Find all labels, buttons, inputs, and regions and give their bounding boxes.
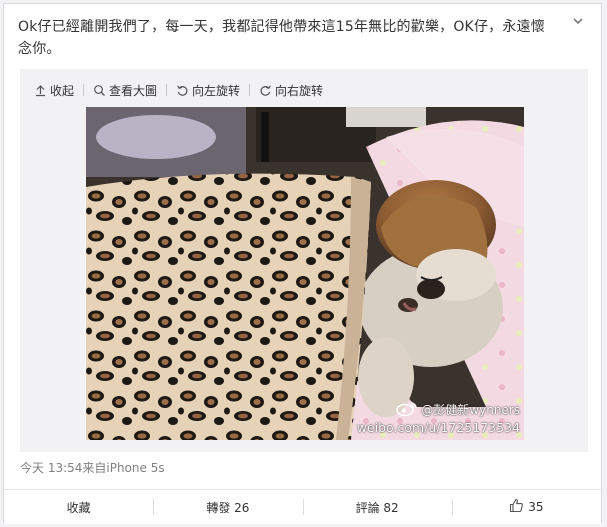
rotate-left-icon [176,84,189,97]
rotate-right-icon [259,84,272,97]
view-large-button[interactable]: 查看大圖 [93,82,157,99]
media-box: 收起 查看大圖 向左旋转 向右旋转 @彭健新wynners weibo.com/… [20,69,588,452]
chevron-down-icon[interactable] [571,14,585,28]
action-bar: 收藏 轉發 26 評論 82 35 [4,489,601,524]
weibo-logo-icon [396,400,418,420]
collapse-button[interactable]: 收起 [34,82,74,99]
rotate-right-button[interactable]: 向右旋转 [259,82,323,99]
media-toolbar: 收起 查看大圖 向左旋转 向右旋转 [34,81,323,99]
weibo-post-card: Ok仔已經離開我們了，每一天，我都記得他帶來這15年無比的歡樂，OK仔，永遠懷念… [3,3,602,524]
like-count: 35 [528,500,544,514]
rotate-left-label: 向左旋转 [192,83,241,98]
dog-photo-illustration [86,107,524,440]
repost-button[interactable]: 轉發 26 [153,490,302,524]
rotate-right-label: 向右旋转 [275,83,324,98]
post-text: Ok仔已經離開我們了，每一天，我都記得他帶來這15年無比的歡樂，OK仔，永遠懷念… [18,19,545,57]
photo-watermark: @彭健新wynners weibo.com/u/1725173534 [357,400,520,436]
toolbar-divider [249,84,251,96]
magnifier-icon [93,84,106,97]
comment-label: 評論 82 [355,500,399,515]
post-photo[interactable]: @彭健新wynners weibo.com/u/1725173534 [86,107,524,440]
repost-label: 轉發 26 [206,500,250,515]
watermark-handle: @彭健新wynners [421,402,520,417]
favorite-button[interactable]: 收藏 [4,490,153,524]
view-large-label: 查看大圖 [109,83,158,98]
collapse-label: 收起 [50,83,75,98]
rotate-left-button[interactable]: 向左旋转 [176,82,240,99]
favorite-label: 收藏 [66,500,91,515]
watermark-url: weibo.com/u/1725173534 [356,420,520,435]
post-time-source[interactable]: 今天 13:54来自iPhone 5s [20,459,165,476]
comment-button[interactable]: 評論 82 [302,490,452,524]
thumbs-up-icon [509,498,524,516]
like-button[interactable]: 35 [451,490,601,524]
toolbar-divider [166,84,168,96]
toolbar-divider [83,84,85,96]
arrow-up-icon [34,84,47,97]
